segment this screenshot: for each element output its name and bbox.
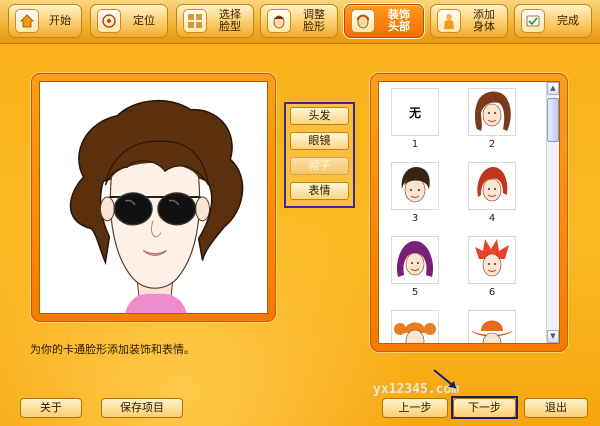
- gallery-scrollbar[interactable]: ▲ ▼: [546, 82, 559, 343]
- preview-frame: [31, 73, 276, 322]
- prev-step-button[interactable]: 上一步: [382, 398, 448, 418]
- gallery-item: 2: [468, 88, 516, 151]
- adjust-face-icon: [267, 9, 291, 33]
- tab-position-label: 定位: [133, 14, 155, 27]
- gallery-item: 5: [391, 236, 439, 299]
- gallery-thumb-6[interactable]: [468, 236, 516, 284]
- tab-choose-face[interactable]: 选择 脸型: [176, 4, 254, 38]
- category-hat-button: 帽子: [290, 157, 349, 175]
- hair-red-icon: [477, 167, 508, 202]
- gallery-item-number: 1: [411, 139, 419, 150]
- gallery-frame: 无 1 2 3 4 5 6 ▲ ▼: [370, 73, 568, 352]
- finish-icon: [521, 9, 545, 33]
- gallery-item: 3: [391, 162, 439, 225]
- tab-finish[interactable]: 完成: [514, 4, 592, 38]
- gallery-item-number: 5: [411, 287, 419, 298]
- gallery-thumb-3[interactable]: [391, 162, 439, 210]
- hair-spiky-red-icon: [475, 239, 509, 277]
- face-grid-icon: [183, 9, 207, 33]
- save-project-button[interactable]: 保存项目: [101, 398, 183, 418]
- status-hint: 为你的卡通脸形添加装饰和表情。: [30, 343, 195, 356]
- tab-decorate-head-label: 装饰 头部: [388, 8, 410, 33]
- scroll-down-icon[interactable]: ▼: [547, 330, 559, 343]
- gallery-item-number: 3: [411, 213, 419, 224]
- category-expression-button[interactable]: 表情: [290, 182, 349, 200]
- tab-choose-face-label: 选择 脸型: [219, 8, 241, 33]
- tab-decorate-head[interactable]: 装饰 头部: [344, 4, 424, 38]
- tab-position[interactable]: 定位: [90, 4, 168, 38]
- gallery-item: [468, 310, 516, 343]
- hat-cowboy-icon: [471, 320, 513, 343]
- gallery-item: 无 1: [391, 88, 439, 151]
- step-tab-bar: 开始 定位 选择 脸型 调整 脸形 装饰 头部 添加 身体 完成: [0, 0, 600, 44]
- caricature-preview: [39, 81, 268, 314]
- gallery-item: [391, 310, 439, 343]
- tab-add-body[interactable]: 添加 身体: [430, 4, 508, 38]
- gallery-thumb-4[interactable]: [468, 162, 516, 210]
- gallery-thumb-8[interactable]: [468, 310, 516, 343]
- gallery-thumb-7[interactable]: [391, 310, 439, 343]
- caricature-image: [69, 99, 244, 313]
- tab-adjust-face[interactable]: 调整 脸形: [260, 4, 338, 38]
- gallery-item-number: 4: [488, 213, 496, 224]
- tab-start[interactable]: 开始: [8, 4, 82, 38]
- tab-adjust-face-label: 调整 脸形: [303, 8, 325, 33]
- category-panel: 头发 眼镜 帽子 表情: [284, 102, 355, 208]
- head-decor-icon: [351, 9, 375, 33]
- gallery-thumb-none[interactable]: 无: [391, 88, 439, 136]
- hair-purple-icon: [396, 241, 434, 277]
- scroll-up-icon[interactable]: ▲: [547, 82, 559, 95]
- next-step-button[interactable]: 下一步: [453, 398, 516, 418]
- scroll-thumb[interactable]: [547, 98, 559, 142]
- category-hair-button[interactable]: 头发: [290, 107, 349, 125]
- gallery-item-number: 2: [488, 139, 496, 150]
- body-icon: [437, 9, 461, 33]
- gallery-thumb-2[interactable]: [468, 88, 516, 136]
- app-window: 开始 定位 选择 脸型 调整 脸形 装饰 头部 添加 身体 完成 头发 眼镜 帽…: [0, 0, 600, 426]
- no-hair-label: 无: [408, 105, 421, 120]
- gallery-thumb-5[interactable]: [391, 236, 439, 284]
- tab-add-body-label: 添加 身体: [473, 8, 495, 33]
- hair-short-dark-icon: [401, 167, 430, 203]
- about-button[interactable]: 关于: [20, 398, 82, 418]
- gallery-item-number: 6: [488, 287, 496, 298]
- exit-button[interactable]: 退出: [524, 398, 588, 418]
- category-glasses-button[interactable]: 眼镜: [290, 132, 349, 150]
- target-icon: [97, 9, 121, 33]
- tab-finish-label: 完成: [557, 14, 579, 27]
- tab-start-label: 开始: [49, 14, 71, 27]
- arrow-pointer-icon: [433, 369, 457, 389]
- home-icon: [15, 9, 39, 33]
- hair-gallery: 无 1 2 3 4 5 6 ▲ ▼: [378, 81, 560, 344]
- hair-orange-pigtail-icon: [394, 322, 436, 343]
- gallery-item: 6: [468, 236, 516, 299]
- hair-long-brown-icon: [475, 91, 511, 131]
- gallery-item: 4: [468, 162, 516, 225]
